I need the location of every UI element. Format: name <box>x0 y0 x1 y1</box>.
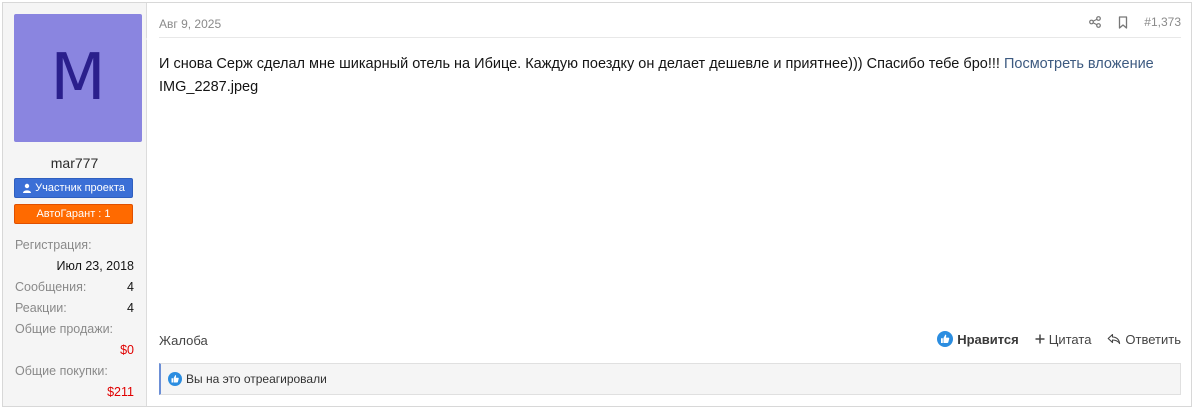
post-actions: Нравится Цитата Ответить <box>937 331 1181 347</box>
like-label: Нравится <box>957 331 1019 347</box>
member-badge: Участник проекта <box>14 178 133 198</box>
report-link[interactable]: Жалоба <box>159 333 208 348</box>
reply-icon <box>1107 333 1121 345</box>
guarantee-badge: АвтоГарант : 1 <box>14 204 133 224</box>
username[interactable]: mar777 <box>3 155 146 171</box>
avatar[interactable]: M <box>14 14 142 142</box>
plus-icon <box>1035 334 1045 344</box>
reactions-label: Реакции: <box>15 301 67 315</box>
thumbs-up-icon <box>937 331 954 347</box>
header-tools: #1,373 <box>1088 15 1181 29</box>
purchases-label: Общие покупки: <box>15 364 108 378</box>
reactions-row: Реакции: 4 <box>15 298 134 319</box>
quote-label: Цитата <box>1048 331 1092 347</box>
registration-label: Регистрация: <box>15 238 92 252</box>
bookmark-icon[interactable] <box>1116 15 1130 29</box>
share-icon[interactable] <box>1088 15 1102 29</box>
post-number[interactable]: #1,373 <box>1144 15 1181 29</box>
post-date[interactable]: Авг 9, 2025 <box>159 17 221 31</box>
sales-label: Общие продажи: <box>15 322 114 336</box>
member-badge-label: Участник проекта <box>35 182 125 194</box>
reply-button[interactable]: Ответить <box>1107 332 1181 347</box>
sales-value: $0 <box>120 343 134 357</box>
reactions-bar[interactable]: Вы на это отреагировали <box>159 363 1181 395</box>
post: M mar777 Участник проекта АвтоГарант : 1… <box>2 2 1192 407</box>
avatar-arrow <box>146 31 155 47</box>
user-stats: Регистрация: Июл 23, 2018 Сообщения: 4 Р… <box>15 235 134 403</box>
user-info-column: M mar777 Участник проекта АвтоГарант : 1… <box>3 3 147 406</box>
reactions-value: 4 <box>127 301 134 315</box>
purchases-value: $211 <box>107 385 134 399</box>
post-main: Авг 9, 2025 #1,373 И снова Серж сделал м… <box>159 3 1181 406</box>
user-icon <box>22 183 32 193</box>
like-button[interactable]: Нравится <box>937 331 1019 347</box>
messages-row: Сообщения: 4 <box>15 277 134 298</box>
thumbs-up-icon <box>168 372 182 386</box>
post-text: И снова Серж сделал мне шикарный отель н… <box>159 56 1004 72</box>
attachment-link[interactable]: Посмотреть вложение <box>1004 56 1154 72</box>
quote-button[interactable]: Цитата <box>1035 331 1092 347</box>
post-body: И снова Серж сделал мне шикарный отель н… <box>159 53 1181 99</box>
registration-value: Июл 23, 2018 <box>56 259 134 273</box>
reply-label: Ответить <box>1125 331 1181 347</box>
reactions-text: Вы на это отреагировали <box>186 372 327 386</box>
avatar-letter: M <box>50 41 106 115</box>
messages-label: Сообщения: <box>15 280 87 294</box>
attachment-name: IMG_2287.jpeg <box>159 79 259 95</box>
post-header: Авг 9, 2025 #1,373 <box>159 15 1181 38</box>
post-footer: Жалоба Нравится Цитата Ответить <box>159 331 1181 351</box>
messages-value: 4 <box>127 280 134 294</box>
guarantee-badge-label: АвтоГарант : 1 <box>36 208 111 220</box>
